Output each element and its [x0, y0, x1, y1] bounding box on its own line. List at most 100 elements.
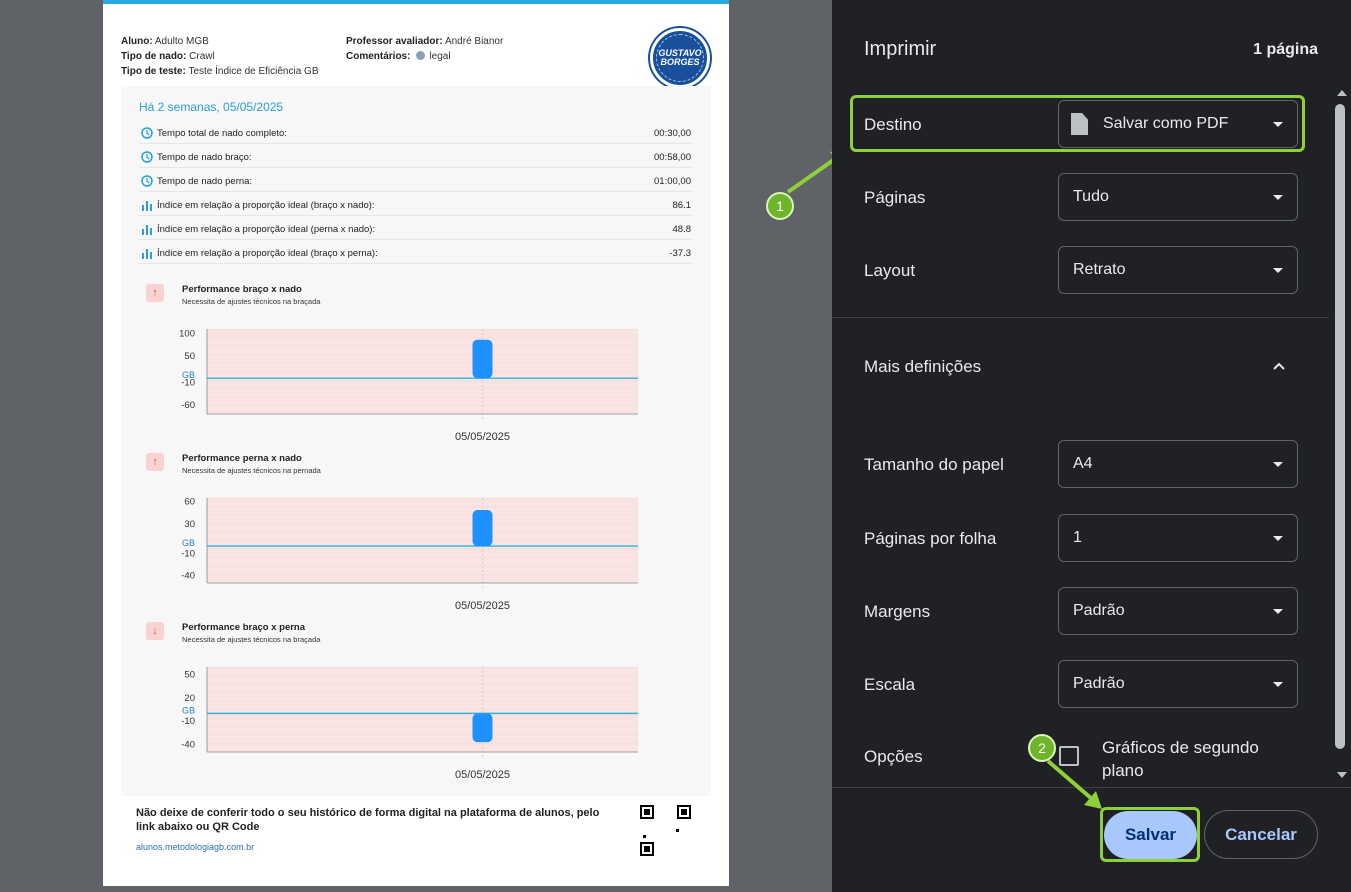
print-preview-area: Aluno: Adulto MGB Tipo de nado: Crawl Ti…	[0, 0, 850, 892]
chart-block: ↓ Performance braço x perna Necessita de a…	[146, 622, 646, 787]
bar-chart-icon	[142, 249, 152, 259]
step-2-arrow	[1046, 759, 1102, 809]
margens-select[interactable]: Padrão	[1058, 587, 1298, 635]
label-por-folha: Páginas por folha	[864, 529, 997, 548]
cancel-button[interactable]: Cancelar	[1204, 810, 1318, 859]
y-tick-label: 60	[184, 497, 195, 508]
metric-row: Tempo de nado perna: 01:00,00	[139, 168, 691, 192]
logo-name: GUSTAVO BORGES	[658, 48, 702, 67]
arrow-down-icon: ↓	[146, 622, 164, 640]
tipo-teste-value: Teste Índice de Eficiência GB	[188, 66, 319, 77]
report-date: Há 2 semanas, 05/05/2025	[139, 100, 284, 114]
metric-value: 01:00,00	[654, 176, 691, 187]
y-tick-label: 50	[184, 351, 195, 362]
y-tick-label: -40	[181, 571, 195, 582]
metric-row: Tempo de nado braço: 00:58,00	[139, 144, 691, 168]
scroll-up-icon[interactable]	[1337, 90, 1347, 96]
layout-select[interactable]: Retrato	[1058, 246, 1298, 294]
label-paginas: Páginas	[864, 188, 926, 207]
performance-chart: 50 20 -10 -40 GB 05/05/2025	[181, 666, 638, 781]
metric-row: Índice em relação a proporção ideal (bra…	[139, 192, 691, 216]
metric-value: -37.3	[669, 248, 691, 259]
metric-value: 48.8	[672, 224, 692, 235]
y-tick-label: 30	[184, 519, 195, 530]
aluno-label: Aluno:	[121, 36, 153, 47]
escala-value: Padrão	[1073, 675, 1125, 692]
paginas-value: Tudo	[1073, 188, 1109, 205]
aluno-value: Adulto MGB	[154, 36, 209, 47]
clock-icon	[141, 151, 153, 163]
x-tick-label: 05/05/2025	[455, 769, 510, 781]
professor-label: Professor avaliador:	[346, 36, 443, 47]
chevron-up-icon[interactable]	[1273, 360, 1285, 372]
paginas-select[interactable]: Tudo	[1058, 173, 1298, 221]
dialog-title: Imprimir	[864, 38, 937, 60]
background-graphics-label[interactable]: Gráficos de segundo plano	[1102, 736, 1302, 782]
chart-subtitle: Necessita de ajustes técnicos na braçada	[182, 297, 321, 306]
metric-label: Índice em relação a proporção ideal (bra…	[157, 200, 375, 211]
reference-label: GB	[182, 705, 195, 715]
clock-icon	[141, 127, 153, 139]
y-tick-label: 20	[184, 693, 195, 704]
por-folha-value: 1	[1073, 529, 1082, 546]
preview-page: Aluno: Adulto MGB Tipo de nado: Crawl Ti…	[103, 0, 729, 886]
arrow-up-icon: ↑	[146, 453, 164, 471]
reference-label: GB	[182, 370, 195, 380]
y-tick-label: -10	[181, 548, 195, 559]
x-tick-label: 05/05/2025	[455, 431, 510, 443]
metric-value: 00:30,00	[654, 128, 691, 139]
papel-select[interactable]: A4	[1058, 440, 1298, 488]
chart-title: Performance braço x nado	[182, 284, 302, 295]
label-papel: Tamanho do papel	[864, 455, 1004, 474]
margens-value: Padrão	[1073, 602, 1125, 619]
settings-divider	[832, 317, 1329, 318]
chart-block: ↑ Performance perna x nado Necessita de aj…	[146, 453, 646, 618]
metric-label: Índice em relação a proporção ideal (per…	[157, 224, 376, 235]
label-layout: Layout	[864, 261, 916, 280]
gustavo-borges-logo: GUSTAVO BORGES	[650, 28, 710, 88]
metric-row: Índice em relação a proporção ideal (bra…	[139, 240, 691, 264]
teacher-info: Professor avaliador: André Bianor Coment…	[346, 34, 503, 64]
tipo-nado-value: Crawl	[189, 51, 215, 62]
report-card: Há 2 semanas, 05/05/2025 Tempo total de …	[121, 86, 711, 796]
metric-row: Índice em relação a proporção ideal (per…	[139, 216, 691, 240]
options-label: Opções	[864, 747, 923, 766]
escala-select[interactable]: Padrão	[1058, 660, 1298, 708]
more-settings-toggle[interactable]: Mais definições	[864, 357, 981, 377]
y-tick-label: -40	[181, 739, 195, 750]
student-info: Aluno: Adulto MGB Tipo de nado: Crawl Ti…	[121, 34, 319, 79]
tipo-teste-label: Tipo de teste:	[121, 66, 186, 77]
reference-label: GB	[182, 538, 195, 548]
arrow-up-icon: ↑	[146, 284, 164, 302]
clock-icon	[141, 175, 153, 187]
chart-title: Performance braço x perna	[182, 622, 306, 633]
layout-value: Retrato	[1073, 261, 1126, 278]
print-dialog: Imprimir 1 página Destino Salvar como PDF…	[832, 0, 1351, 892]
label-escala: Escala	[864, 675, 916, 694]
performance-chart: 10050-10-60GB05/05/2025	[179, 328, 638, 443]
dropdown-caret-icon	[1273, 609, 1283, 614]
chart-subtitle: Necessita de ajustes técnicos na braçada	[182, 635, 321, 644]
metric-label: Tempo de nado perna:	[157, 176, 253, 187]
chart-bar	[472, 339, 493, 379]
metric-label: Tempo total de nado completo:	[157, 128, 287, 139]
footer-link: alunos.metodologiagb.com.br	[136, 842, 255, 852]
comentarios-value: legal	[429, 51, 451, 62]
dropdown-caret-icon	[1273, 536, 1283, 541]
y-tick-label: -60	[181, 400, 195, 411]
chart-bar	[472, 509, 493, 547]
scroll-down-icon[interactable]	[1337, 772, 1347, 778]
label-margens: Margens	[864, 602, 931, 621]
dropdown-caret-icon	[1273, 682, 1283, 687]
qr-code	[640, 805, 691, 856]
papel-value: A4	[1073, 455, 1093, 472]
page-count: 1 página	[1253, 41, 1318, 58]
metric-value: 86.1	[672, 200, 692, 211]
scrollbar-thumb[interactable]	[1335, 104, 1345, 749]
metric-row: Tempo total de nado completo: 00:30,00	[139, 120, 691, 144]
x-tick-label: 05/05/2025	[455, 600, 510, 612]
por-folha-select[interactable]: 1	[1058, 514, 1298, 562]
footer-text: Não deixe de conferir todo o seu históri…	[136, 807, 600, 833]
performance-chart: 60 30 -10 -40 GB 05/05/2025	[181, 497, 638, 612]
chart-block: ↑ Performance braço x nado Necessita de aj…	[146, 284, 646, 449]
